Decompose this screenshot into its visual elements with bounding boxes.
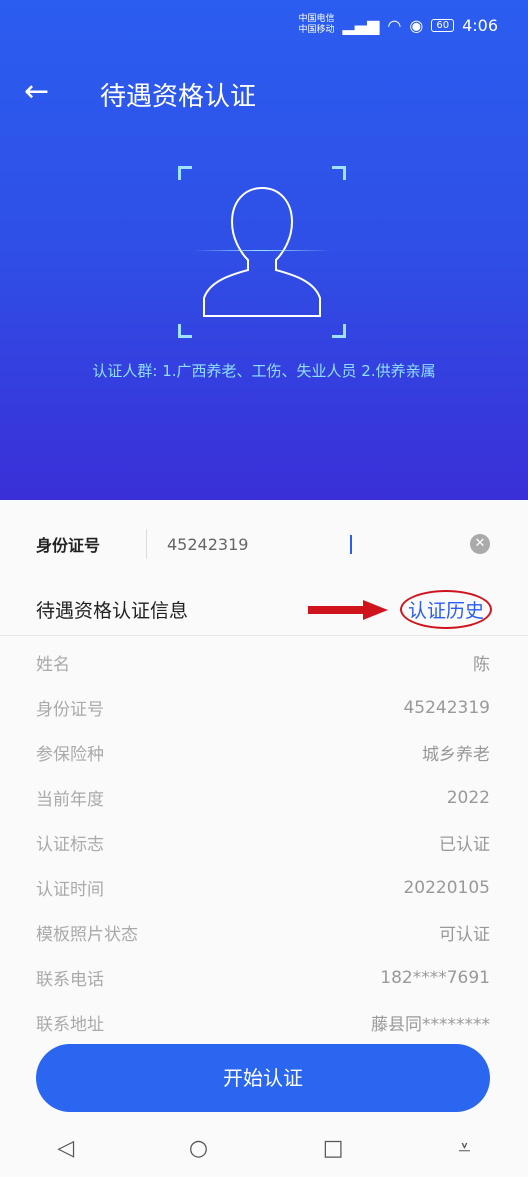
list-item: 联系电话 182****7691 bbox=[36, 967, 490, 991]
list-item: 联系地址 藤县同******** bbox=[36, 1015, 490, 1035]
list-item: 身份证号 45242319 bbox=[36, 697, 490, 721]
status-bar: 中国电信 中国移动 ▂▄▆ ◠ ◉ 60 4:06 bbox=[298, 14, 498, 36]
section-title: 待遇资格认证信息 bbox=[36, 600, 189, 622]
certification-history-link[interactable]: 认证历史 bbox=[399, 590, 492, 629]
carrier-1: 中国电信 bbox=[298, 14, 335, 24]
start-certification-button[interactable]: 开始认证 bbox=[36, 1044, 490, 1112]
info-list: 姓名陈 身份证号 45242319 参保险种 城乡养老 当前年度 2022 认证标志已… bbox=[0, 640, 528, 1045]
person-silhouette-icon bbox=[203, 186, 321, 317]
red-arrow-annotation bbox=[308, 600, 388, 620]
list-item: 参保险种 城乡养老 bbox=[36, 745, 490, 765]
system-nav-bar: ◁ ○ □ ⩡ bbox=[0, 1120, 528, 1177]
menu-down-icon[interactable]: ⩡ bbox=[458, 1136, 470, 1161]
list-item: 当前年度 2022 bbox=[36, 787, 490, 811]
list-item: 认证时间 20220105 bbox=[36, 877, 490, 901]
id-input[interactable]: 45242319 bbox=[167, 534, 352, 554]
wifi-icon: ◠ bbox=[387, 15, 402, 35]
scan-line bbox=[192, 250, 332, 251]
battery-icon: 60 bbox=[431, 18, 455, 32]
hero-banner: 中国电信 中国移动 ▂▄▆ ◠ ◉ 60 4:06 ← 待遇资格认证 认证人群: … bbox=[0, 0, 528, 500]
list-item: 认证标志 已认证 bbox=[36, 835, 490, 855]
back-triangle-icon[interactable]: ◁ bbox=[57, 1136, 74, 1161]
list-item: 模板照片状态 可认证 bbox=[36, 925, 490, 945]
page-title: 待遇资格认证 bbox=[100, 82, 257, 112]
clear-icon[interactable]: ✕ bbox=[470, 534, 490, 554]
eligible-groups-text: 认证人群: 1.广西养老、工伤、失业人员 2.供养亲属 bbox=[92, 362, 436, 380]
face-scan-frame bbox=[178, 166, 346, 338]
section-header: 待遇资格认证信息 认证历史 bbox=[0, 584, 528, 636]
clock: 4:06 bbox=[462, 15, 498, 35]
home-circle-icon[interactable]: ○ bbox=[189, 1136, 208, 1161]
list-item: 姓名陈 bbox=[36, 655, 490, 675]
eye-icon: ◉ bbox=[409, 15, 424, 35]
back-button[interactable]: ← bbox=[24, 74, 49, 109]
recents-square-icon[interactable]: □ bbox=[323, 1136, 344, 1161]
id-number-field: 身份证号 45242319 ✕ bbox=[0, 510, 528, 578]
id-label: 身份证号 bbox=[36, 536, 101, 555]
signal-icon: ▂▄▆ bbox=[342, 15, 380, 35]
carrier-2: 中国移动 bbox=[298, 25, 335, 35]
